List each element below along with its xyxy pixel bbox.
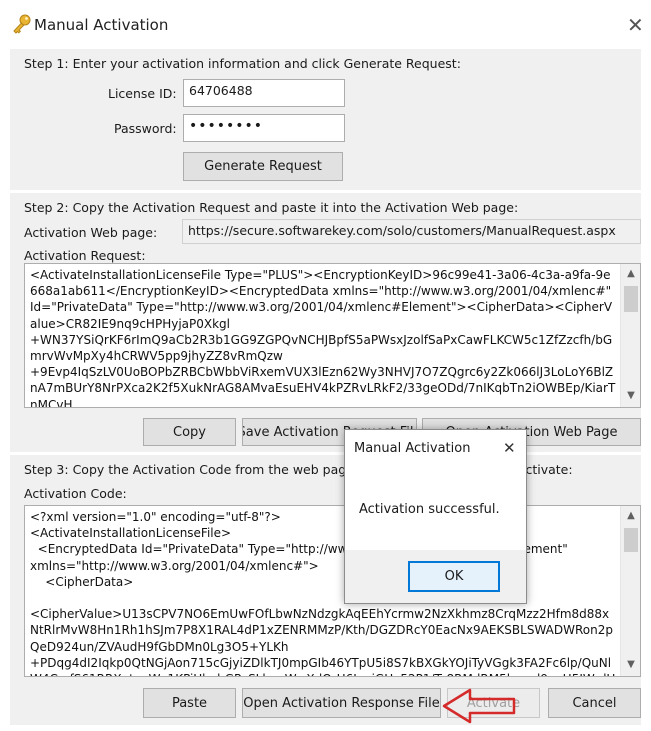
scrollbar-thumb[interactable]	[624, 286, 638, 312]
step2-heading: Step 2: Copy the Activation Request and …	[24, 200, 519, 215]
scrollbar-thumb[interactable]	[624, 528, 638, 552]
activation-web-page-url[interactable]: https://secure.softwarekey.com/solo/cust…	[182, 219, 641, 244]
dialog-message: Activation successful.	[359, 502, 500, 517]
cancel-button[interactable]: Cancel	[548, 688, 641, 718]
license-id-label: License ID:	[108, 86, 177, 101]
scroll-down-arrow-icon[interactable]: ▼	[621, 659, 641, 670]
window-title: Manual Activation	[34, 16, 169, 34]
close-icon[interactable]: ✕	[627, 13, 644, 37]
copy-button[interactable]: Copy	[143, 418, 236, 446]
activation-request-label: Activation Request:	[24, 248, 146, 263]
activation-code-label: Activation Code:	[24, 486, 127, 501]
scroll-down-arrow-icon[interactable]: ▼	[621, 390, 641, 401]
open-activation-response-button[interactable]: Open Activation Response File	[242, 688, 441, 718]
code-scrollbar[interactable]: ▲ ▼	[620, 506, 640, 676]
dialog-close-icon[interactable]: ✕	[503, 439, 516, 457]
password-label: Password:	[114, 121, 177, 136]
step1-heading: Step 1: Enter your activation informatio…	[24, 56, 461, 71]
activation-request-text: <ActivateInstallationLicenseFile Type="P…	[30, 268, 616, 408]
activation-code-textbox[interactable]: <?xml version="1.0" encoding="utf-8"?> <…	[24, 505, 641, 677]
activation-web-page-label: Activation Web page:	[24, 225, 158, 240]
scroll-up-arrow-icon[interactable]: ▲	[621, 268, 641, 279]
generate-request-button[interactable]: Generate Request	[183, 152, 343, 181]
license-id-input[interactable]: 64706488	[183, 79, 345, 107]
activation-request-textbox[interactable]: <ActivateInstallationLicenseFile Type="P…	[24, 263, 641, 408]
activation-code-text: <?xml version="1.0" encoding="utf-8"?> <…	[30, 510, 615, 676]
dialog-title: Manual Activation	[354, 441, 471, 456]
success-dialog: Manual Activation ✕ Activation successfu…	[344, 429, 527, 604]
paste-button[interactable]: Paste	[143, 688, 236, 718]
ok-button[interactable]: OK	[408, 561, 500, 592]
request-scrollbar[interactable]: ▲ ▼	[620, 264, 640, 407]
arrow-pointer-icon	[440, 686, 520, 726]
key-icon	[12, 14, 32, 34]
scroll-up-arrow-icon[interactable]: ▲	[621, 510, 641, 521]
password-input[interactable]: ••••••••	[183, 114, 345, 142]
